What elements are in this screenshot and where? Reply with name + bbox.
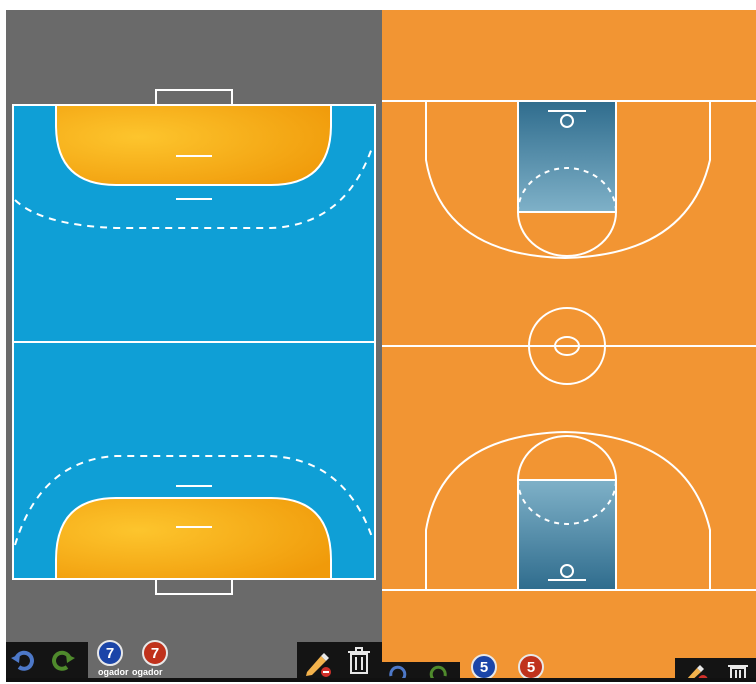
redo-icon[interactable] [50, 648, 78, 676]
player-token-blue[interactable]: 5 [471, 654, 497, 680]
history-toolbar [6, 642, 88, 682]
bottom-free-throw-circle [517, 435, 617, 481]
player-token-red[interactable]: 5 [518, 654, 544, 680]
top-paint [517, 100, 617, 213]
pencil-icon[interactable] [303, 648, 333, 678]
top-goal-area [55, 104, 332, 186]
bottom-goal-area [55, 497, 332, 580]
bottom-paint [517, 479, 617, 591]
basketball-court[interactable] [382, 10, 756, 682]
basketball-panel: 5 5 [382, 10, 756, 682]
player-token-red[interactable]: 7 [142, 640, 168, 666]
handball-court[interactable] [6, 10, 382, 682]
bottom-goal [155, 578, 233, 595]
edit-toolbar [297, 642, 382, 682]
handball-panel: 7 ogador 7 ogador [6, 10, 382, 682]
app-frame: 7 ogador 7 ogador 5 5 [6, 10, 756, 682]
trash-icon[interactable] [347, 647, 375, 677]
bottom-edge [6, 678, 756, 682]
player-token-red-label: ogador [132, 667, 163, 677]
player-token-blue[interactable]: 7 [97, 640, 123, 666]
top-goal [155, 89, 233, 106]
top-free-throw-circle [517, 211, 617, 257]
undo-icon[interactable] [10, 648, 38, 676]
player-token-blue-label: ogador [98, 667, 129, 677]
